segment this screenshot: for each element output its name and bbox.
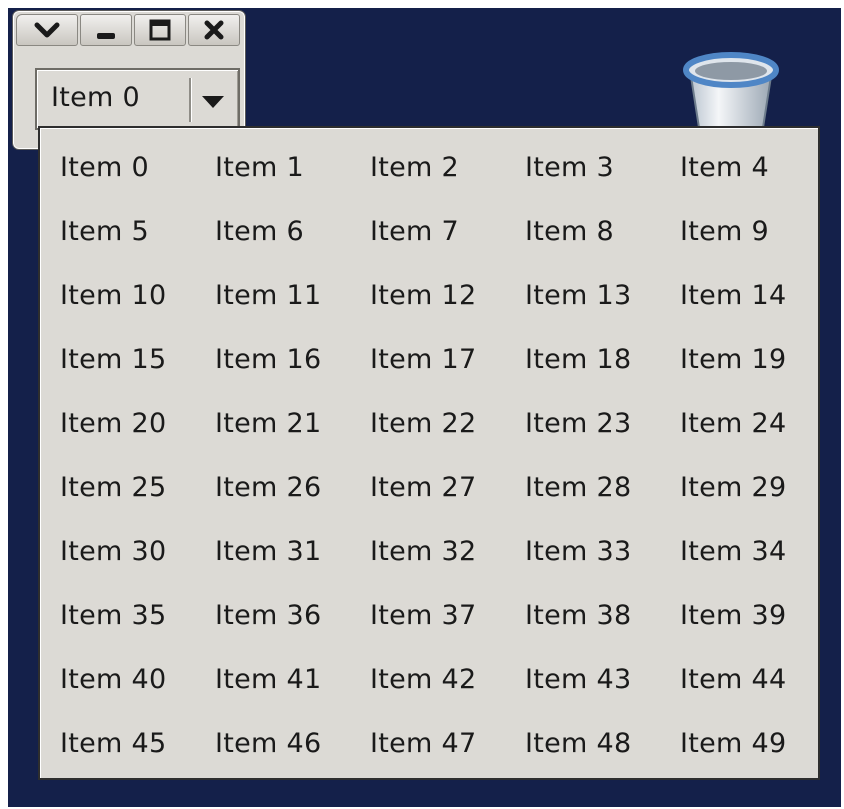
menu-item[interactable]: Item 20 bbox=[60, 391, 215, 455]
menu-item[interactable]: Item 2 bbox=[370, 135, 525, 199]
menu-item[interactable]: Item 44 bbox=[680, 647, 835, 711]
menu-item[interactable]: Item 23 bbox=[525, 391, 680, 455]
menu-item[interactable]: Item 15 bbox=[60, 327, 215, 391]
menu-item[interactable]: Item 18 bbox=[525, 327, 680, 391]
menu-item[interactable]: Item 10 bbox=[60, 263, 215, 327]
menu-item[interactable]: Item 38 bbox=[525, 583, 680, 647]
menu-item[interactable]: Item 48 bbox=[525, 711, 680, 775]
menu-item[interactable]: Item 6 bbox=[215, 199, 370, 263]
menu-item[interactable]: Item 45 bbox=[60, 711, 215, 775]
menu-item[interactable]: Item 35 bbox=[60, 583, 215, 647]
menu-item[interactable]: Item 47 bbox=[370, 711, 525, 775]
menu-item[interactable]: Item 21 bbox=[215, 391, 370, 455]
menu-item[interactable]: Item 49 bbox=[680, 711, 835, 775]
menu-item[interactable]: Item 41 bbox=[215, 647, 370, 711]
menu-item[interactable]: Item 12 bbox=[370, 263, 525, 327]
menu-item[interactable]: Item 17 bbox=[370, 327, 525, 391]
menu-item[interactable]: Item 24 bbox=[680, 391, 835, 455]
maximize-button[interactable] bbox=[134, 14, 186, 46]
window-titlebar bbox=[13, 11, 240, 50]
menu-item[interactable]: Item 29 bbox=[680, 455, 835, 519]
menu-item[interactable]: Item 36 bbox=[215, 583, 370, 647]
chevron-down-icon bbox=[34, 21, 60, 39]
window-menu-button[interactable] bbox=[16, 14, 78, 46]
menu-item[interactable]: Item 16 bbox=[215, 327, 370, 391]
menu-item[interactable]: Item 11 bbox=[215, 263, 370, 327]
popup-item-grid: Item 0 Item 1 Item 2 Item 3 Item 4 Item 5 Item… bbox=[60, 135, 835, 775]
menu-item[interactable]: Item 40 bbox=[60, 647, 215, 711]
menu-item[interactable]: Item 31 bbox=[215, 519, 370, 583]
menu-item[interactable]: Item 39 bbox=[680, 583, 835, 647]
menu-item[interactable]: Item 25 bbox=[60, 455, 215, 519]
close-icon bbox=[202, 18, 226, 42]
menu-item[interactable]: Item 33 bbox=[525, 519, 680, 583]
combo-separator bbox=[189, 78, 191, 122]
menu-item[interactable]: Item 7 bbox=[370, 199, 525, 263]
menu-item[interactable]: Item 42 bbox=[370, 647, 525, 711]
minimize-icon bbox=[94, 18, 118, 42]
menu-item[interactable]: Item 22 bbox=[370, 391, 525, 455]
menu-item[interactable]: Item 13 bbox=[525, 263, 680, 327]
menu-item[interactable]: Item 26 bbox=[215, 455, 370, 519]
menu-item[interactable]: Item 34 bbox=[680, 519, 835, 583]
triangle-down-icon[interactable] bbox=[201, 94, 225, 113]
maximize-icon bbox=[148, 18, 172, 42]
menu-item[interactable]: Item 46 bbox=[215, 711, 370, 775]
menu-item[interactable]: Item 32 bbox=[370, 519, 525, 583]
close-button[interactable] bbox=[188, 14, 240, 46]
combo-box[interactable]: Item 0 bbox=[35, 68, 240, 130]
menu-item[interactable]: Item 4 bbox=[680, 135, 835, 199]
trash-icon[interactable] bbox=[678, 48, 782, 138]
desktop: Item 0 Item 0 Item 1 Item 2 Item 3 Item 4 Ite… bbox=[8, 8, 841, 807]
menu-item[interactable]: Item 19 bbox=[680, 327, 835, 391]
menu-item[interactable]: Item 9 bbox=[680, 199, 835, 263]
menu-item[interactable]: Item 28 bbox=[525, 455, 680, 519]
combo-selected-value: Item 0 bbox=[51, 82, 141, 113]
menu-item[interactable]: Item 27 bbox=[370, 455, 525, 519]
menu-item[interactable]: Item 1 bbox=[215, 135, 370, 199]
menu-item[interactable]: Item 8 bbox=[525, 199, 680, 263]
menu-item[interactable]: Item 43 bbox=[525, 647, 680, 711]
menu-item[interactable]: Item 30 bbox=[60, 519, 215, 583]
minimize-button[interactable] bbox=[80, 14, 132, 46]
menu-item[interactable]: Item 0 bbox=[60, 135, 215, 199]
menu-item[interactable]: Item 37 bbox=[370, 583, 525, 647]
menu-item[interactable]: Item 14 bbox=[680, 263, 835, 327]
combo-popup-menu: Item 0 Item 1 Item 2 Item 3 Item 4 Item 5 Item… bbox=[38, 126, 820, 780]
menu-item[interactable]: Item 3 bbox=[525, 135, 680, 199]
menu-item[interactable]: Item 5 bbox=[60, 199, 215, 263]
